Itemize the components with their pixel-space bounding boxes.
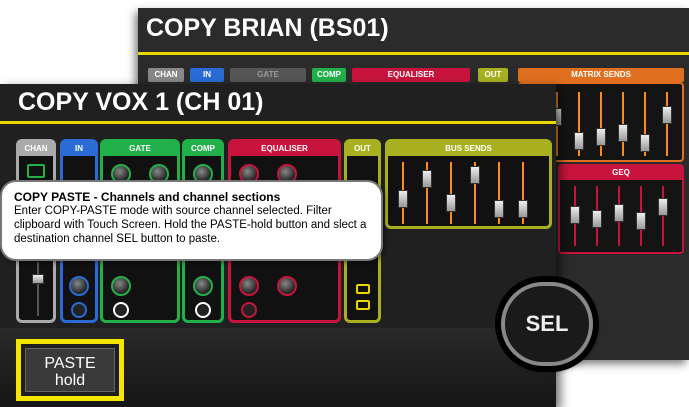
bus-send-fader[interactable]	[422, 170, 432, 188]
back-tab-in[interactable]: IN	[190, 68, 224, 82]
back-geq-section: GEQ	[558, 164, 684, 254]
back-tab-matrix-sends[interactable]: MATRIX SENDS	[518, 68, 684, 82]
bus-send-fader[interactable]	[518, 200, 528, 218]
back-title-underline	[138, 52, 689, 55]
out-toggle-icon[interactable]	[356, 300, 370, 310]
back-tab-comp[interactable]: COMP	[312, 68, 346, 82]
matrix-fader[interactable]	[662, 106, 672, 124]
section-equaliser-label: EQUALISER	[231, 142, 338, 156]
front-panel-title: COPY VOX 1 (CH 01)	[18, 88, 264, 116]
section-out-label: OUT	[347, 142, 378, 156]
callout-body: Enter COPY-PASTE mode with source channe…	[14, 205, 367, 245]
matrix-fader[interactable]	[618, 124, 628, 142]
chan-toggle-icon[interactable]	[27, 164, 45, 178]
screen: COPY BRIAN (BS01) CHAN IN GATE COMP EQUA…	[0, 0, 689, 407]
paste-hold-face[interactable]: PASTE hold	[25, 348, 115, 392]
matrix-fader[interactable]	[596, 128, 606, 146]
gate-threshold-knob[interactable]	[111, 276, 131, 296]
bus-send-fader[interactable]	[470, 166, 480, 184]
geq-fader[interactable]	[636, 212, 646, 230]
sel-button[interactable]: SEL	[501, 282, 593, 366]
back-panel-title: COPY BRIAN (BS01)	[146, 14, 389, 42]
geq-fader[interactable]	[570, 206, 580, 224]
in-button-icon[interactable]	[71, 302, 87, 318]
chan-fader[interactable]	[32, 274, 44, 284]
eq-lf-knob[interactable]	[239, 276, 259, 296]
out-toggle-icon[interactable]	[356, 284, 370, 294]
back-geq-label: GEQ	[560, 166, 682, 180]
bus-send-fader[interactable]	[494, 200, 504, 218]
back-tab-equaliser[interactable]: EQUALISER	[352, 68, 470, 82]
paste-label: PASTE	[44, 355, 96, 372]
geq-fader[interactable]	[592, 210, 602, 228]
bus-send-fader[interactable]	[446, 194, 456, 212]
eq-button-icon[interactable]	[241, 302, 257, 318]
section-bus-sends[interactable]: BUS SENDS	[385, 139, 552, 229]
back-tab-gate[interactable]: GATE	[230, 68, 306, 82]
matrix-fader[interactable]	[640, 134, 650, 152]
comp-threshold-knob[interactable]	[193, 276, 213, 296]
paste-hold-button[interactable]: PASTE hold	[16, 339, 124, 401]
hold-label: hold	[54, 372, 86, 389]
info-callout: COPY PASTE - Channels and channel sectio…	[0, 180, 383, 261]
comp-button-icon[interactable]	[195, 302, 211, 318]
section-chan-label: CHAN	[19, 142, 53, 156]
matrix-fader[interactable]	[574, 132, 584, 150]
front-title-underline	[0, 121, 556, 124]
section-comp-label: COMP	[185, 142, 221, 156]
section-gate-label: GATE	[103, 142, 177, 156]
in-gain-knob[interactable]	[69, 276, 89, 296]
geq-fader[interactable]	[658, 198, 668, 216]
section-bus-sends-label: BUS SENDS	[388, 142, 549, 156]
geq-fader[interactable]	[614, 204, 624, 222]
back-tab-chan[interactable]: CHAN	[148, 68, 184, 82]
section-in-label: IN	[63, 142, 95, 156]
eq-lf-freq-knob[interactable]	[277, 276, 297, 296]
back-tab-out[interactable]: OUT	[478, 68, 508, 82]
bus-send-fader[interactable]	[398, 190, 408, 208]
sel-label: SEL	[525, 311, 569, 336]
gate-button-icon[interactable]	[113, 302, 129, 318]
callout-heading: COPY PASTE - Channels and channel sectio…	[14, 190, 281, 204]
